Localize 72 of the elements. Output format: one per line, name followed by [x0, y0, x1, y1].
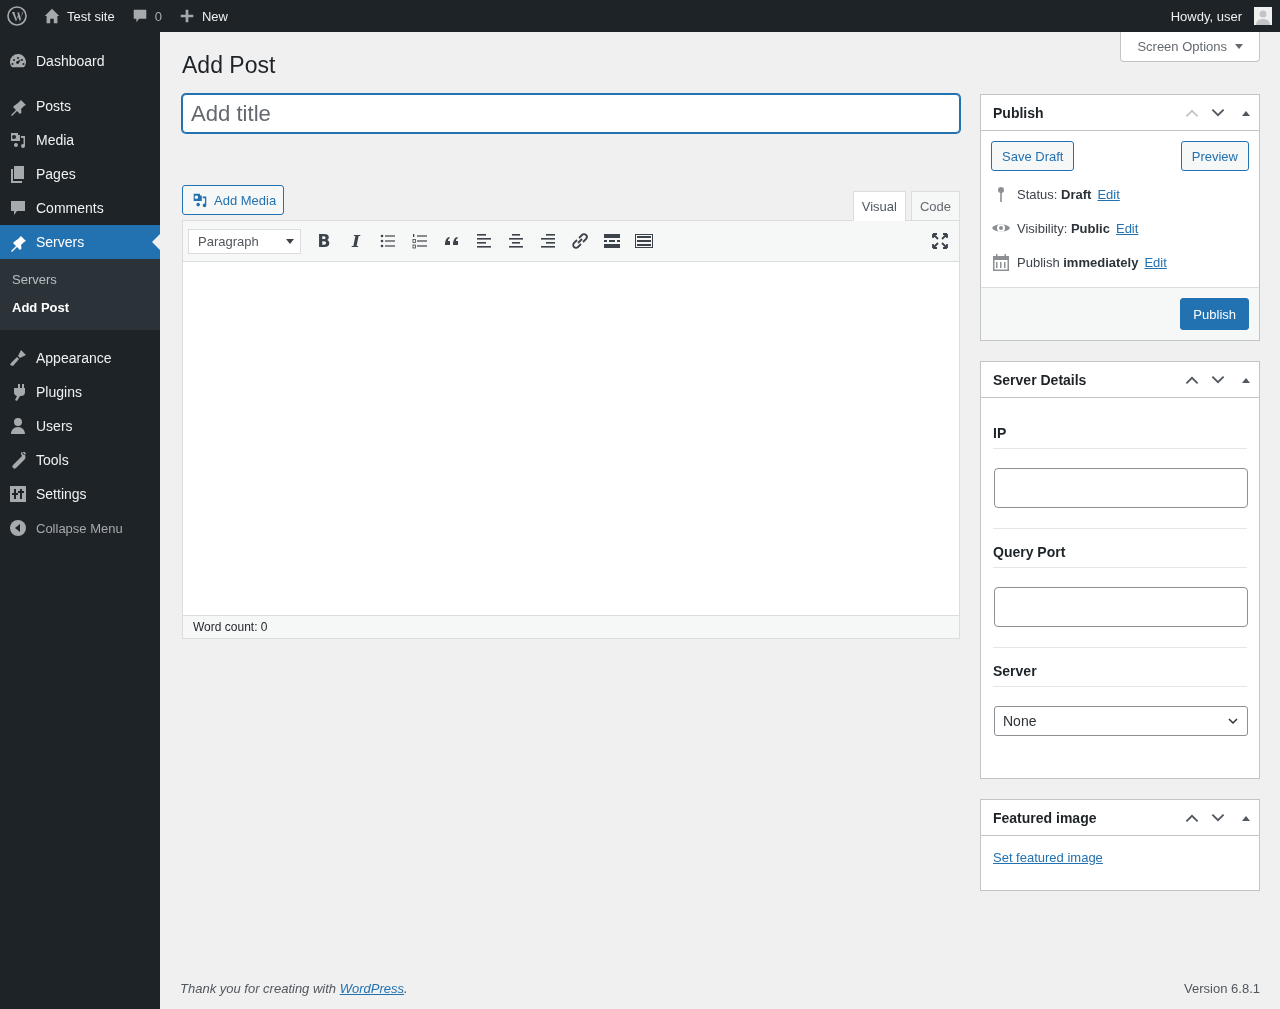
menu-item[interactable]: Settings	[0, 477, 160, 511]
edit-link[interactable]: Edit	[1097, 186, 1120, 202]
title-input[interactable]: Add title	[182, 94, 960, 133]
italic-button[interactable]: I	[342, 226, 370, 256]
publish-setting: Status: Draft	[1017, 186, 1092, 202]
settings-icon	[8, 484, 28, 504]
menu-item[interactable]: Plugins	[0, 375, 160, 409]
field-label: Query Port	[993, 544, 1247, 568]
menu-item[interactable]: Dashboard	[0, 44, 160, 78]
publish-setting: Publish immediately	[1017, 254, 1139, 270]
new-link[interactable]: New	[177, 7, 228, 25]
numlist-icon	[410, 231, 430, 251]
text-field[interactable]	[994, 587, 1248, 627]
link-icon	[570, 231, 590, 251]
page-title: Add Post	[182, 51, 277, 80]
wordpress-logo-icon[interactable]	[7, 6, 27, 26]
menu-item[interactable]: Comments	[0, 191, 160, 225]
alignleft-icon	[474, 231, 494, 251]
box-title: Publish	[993, 104, 1045, 121]
menu-item[interactable]: Appearance	[0, 341, 160, 375]
menu-item[interactable]: Posts	[0, 89, 160, 123]
bold-button[interactable]: B	[310, 226, 338, 256]
format-select[interactable]: Paragraph	[188, 228, 301, 254]
word-count: Word count: 0	[193, 620, 268, 634]
add-media-button[interactable]: Add Media	[182, 185, 285, 215]
field-label: Server	[993, 663, 1247, 687]
alignright-icon	[538, 231, 558, 251]
media-icon	[191, 191, 209, 209]
box-title: Server Details	[993, 371, 1088, 388]
wordpress-link[interactable]: WordPress	[339, 981, 404, 996]
version-text: Version 6.8.1	[1184, 981, 1260, 996]
current-marker-icon	[152, 234, 160, 250]
menu-item[interactable]: Pages	[0, 157, 160, 191]
user-icon	[8, 416, 28, 436]
menu-item[interactable]: Users	[0, 409, 160, 443]
caret-icon	[286, 238, 294, 244]
avatar-icon	[1254, 7, 1272, 25]
brush-icon	[8, 348, 28, 368]
editor-tab[interactable]: Code	[910, 191, 960, 220]
fullscreen-icon	[930, 231, 950, 251]
aligncenter-icon	[506, 231, 526, 251]
footer-credit: Thank you for creating with WordPress.	[180, 981, 408, 996]
field-label: IP	[993, 425, 1247, 449]
more-icon	[602, 231, 622, 251]
screen-options-button[interactable]: Screen Options	[1120, 32, 1260, 62]
calendar-icon	[991, 252, 1011, 272]
account-link[interactable]: Howdy, user	[1170, 7, 1272, 25]
chevron-down-icon	[1227, 715, 1239, 727]
save-draft-button[interactable]: Save Draft	[991, 141, 1075, 171]
caret-icon	[1235, 44, 1243, 49]
collapse-icon	[8, 518, 28, 538]
media-icon	[8, 130, 28, 150]
home-icon	[43, 7, 61, 25]
collapse-menu-button[interactable]: Collapse Menu	[0, 511, 160, 545]
publish-setting: Visibility: Public	[1017, 220, 1110, 236]
text-field[interactable]	[994, 468, 1248, 508]
select-field[interactable]: None	[994, 706, 1248, 736]
submenu-item[interactable]: Add Post	[0, 294, 160, 322]
submenu-item[interactable]: Servers	[0, 266, 160, 294]
edit-link[interactable]: Edit	[1144, 254, 1167, 270]
site-link[interactable]: Test site	[43, 7, 115, 25]
menu-item[interactable]: Tools	[0, 443, 160, 477]
preview-button[interactable]: Preview	[1180, 141, 1249, 171]
publish-button[interactable]: Publish	[1180, 298, 1249, 330]
menu-item[interactable]: Servers	[0, 225, 160, 259]
edit-link[interactable]: Edit	[1115, 220, 1139, 236]
set-featured-image-link[interactable]: Set featured image	[993, 850, 1103, 865]
menu-item[interactable]: Media	[0, 123, 160, 157]
comments-link[interactable]: 0	[130, 7, 162, 25]
box-title: Featured image	[993, 809, 1098, 826]
editor-tab[interactable]: Visual	[852, 191, 906, 221]
kitchensink-icon	[634, 231, 654, 251]
